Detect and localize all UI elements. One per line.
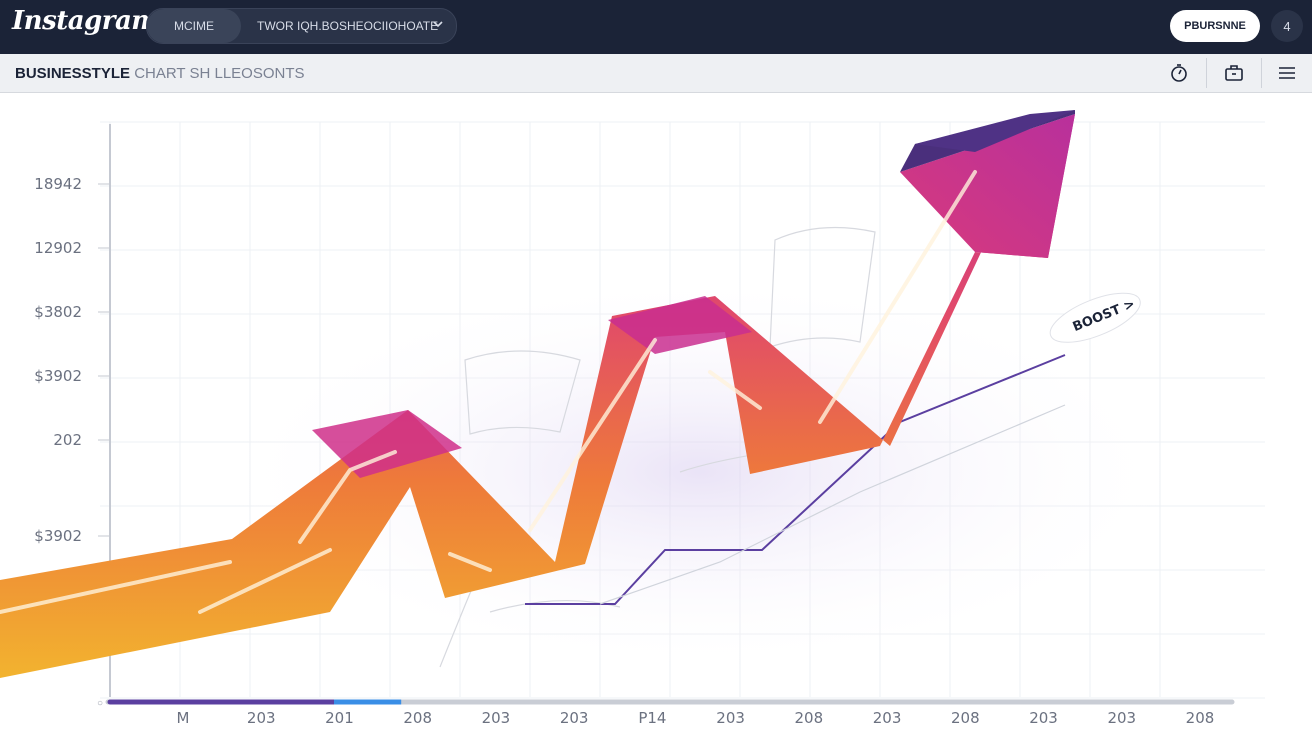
- briefcase-icon[interactable]: [1207, 54, 1261, 92]
- home-tab[interactable]: MCIME: [147, 9, 241, 43]
- x-tick-label: 208: [403, 709, 432, 727]
- nav-segment: MCIME TWOR IQH.BOSHEOCIIOHOATE: [146, 8, 457, 44]
- x-tick-label: 208: [1186, 709, 1215, 727]
- stopwatch-icon[interactable]: [1152, 54, 1206, 92]
- menu-icon[interactable]: [1260, 54, 1312, 92]
- chart-area: BOOST > 18942 12902 $3802 $3902 202 $3902 ○ M…: [0, 110, 1265, 727]
- x-tick-label: 208: [795, 709, 824, 727]
- instagram-logo[interactable]: Instagram: [12, 6, 159, 36]
- x-tick-label: 208: [951, 709, 980, 727]
- y-tick-label: 12902: [34, 239, 82, 257]
- x-tick-label: 203: [560, 709, 589, 727]
- action-button[interactable]: PBURSNNE: [1170, 10, 1260, 42]
- y-tick-label: 202: [53, 431, 82, 449]
- y-axis-ticks: 18942 12902 $3802 $3902 202 $3902: [34, 175, 110, 545]
- y-tick-label: $3902: [34, 367, 82, 385]
- boost-annotation[interactable]: BOOST >: [1044, 283, 1146, 352]
- x-tick-label: 203: [482, 709, 511, 727]
- page-title: BUSINESSTYLE CHART SH LLEOSONTS: [15, 65, 305, 82]
- view-dropdown[interactable]: TWOR IQH.BOSHEOCIIOHOATE: [257, 9, 438, 43]
- y-tick-label: $3802: [34, 303, 82, 321]
- x-tick-label: M: [177, 709, 190, 727]
- top-bar: Instagram MCIME TWOR IQH.BOSHEOCIIOHOATE…: [0, 0, 1312, 54]
- x-tick-label: 203: [1107, 709, 1136, 727]
- x-tick-label: 203: [1029, 709, 1058, 727]
- notification-badge[interactable]: 4: [1271, 10, 1303, 42]
- y-tick-label: 18942: [34, 175, 82, 193]
- x-tick-label: 201: [325, 709, 354, 727]
- page-title-rest: CHART SH LLEOSONTS: [130, 65, 305, 82]
- y-tick-label: $3902: [34, 527, 82, 545]
- axis-zero-mark: ○: [97, 698, 103, 709]
- sub-header: BUSINESSTYLE CHART SH LLEOSONTS: [0, 54, 1312, 93]
- page-title-bold: BUSINESSTYLE: [15, 65, 131, 82]
- x-axis-ticks: M 203 201 208 203 203 P14 203 208 203 208 203 203 208: [177, 709, 1215, 727]
- chevron-down-icon[interactable]: [432, 18, 444, 33]
- x-tick-label: P14: [638, 709, 666, 727]
- x-tick-label: 203: [873, 709, 902, 727]
- x-tick-label: 203: [247, 709, 276, 727]
- x-tick-label: 203: [716, 709, 745, 727]
